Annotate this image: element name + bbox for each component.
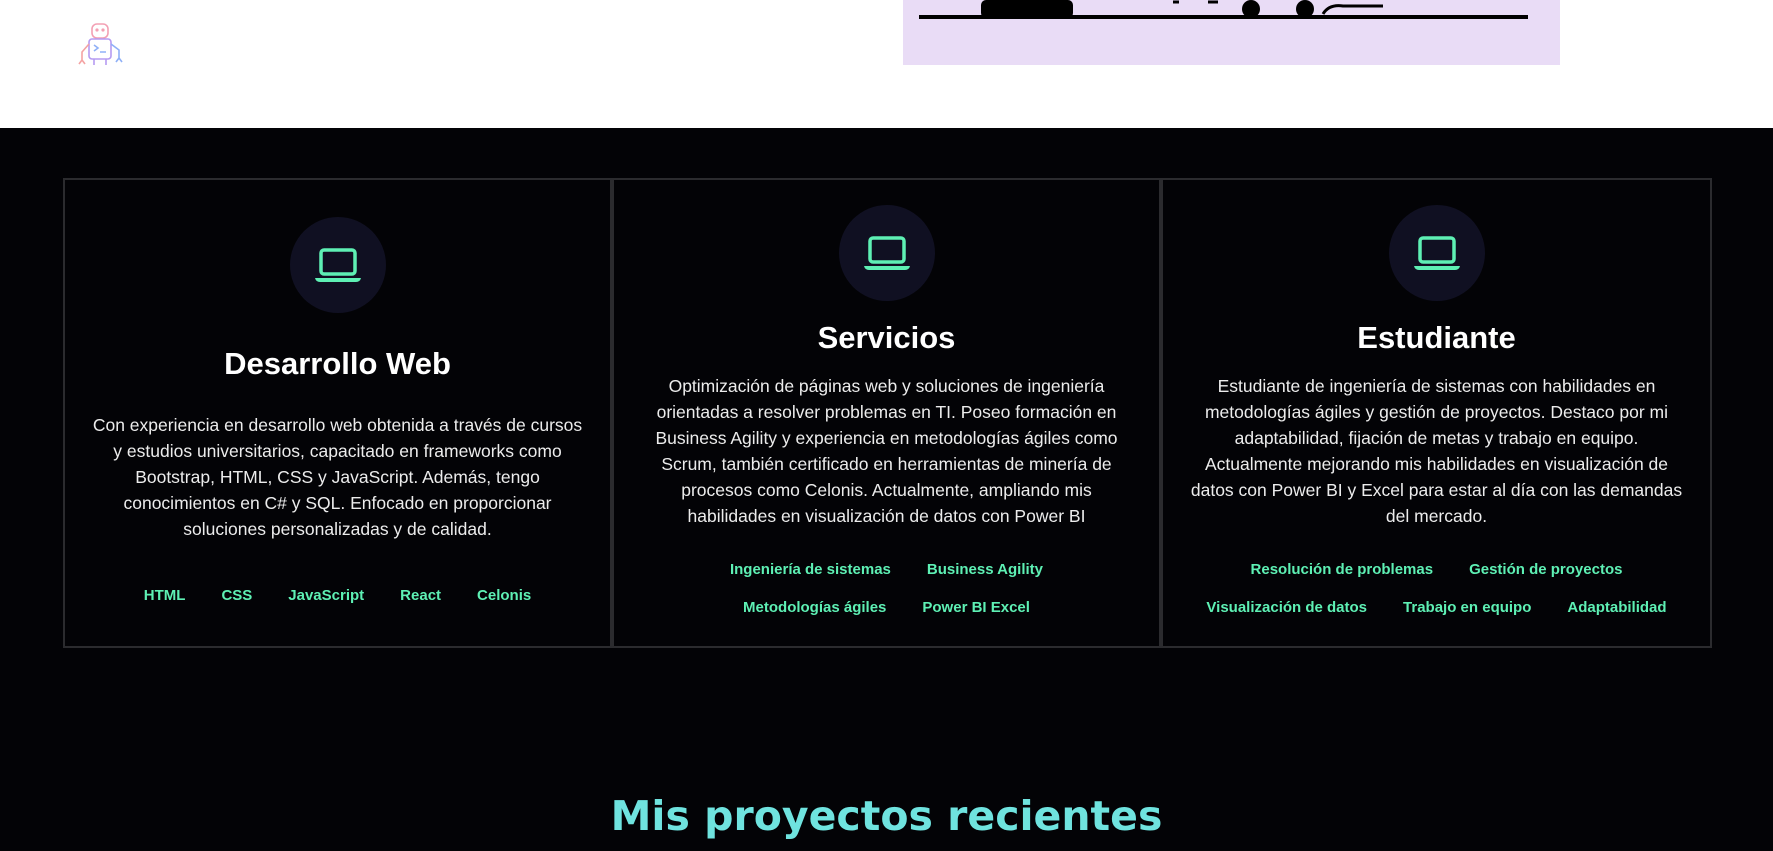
laptop-icon xyxy=(863,236,910,270)
laptop-icon-circle xyxy=(838,205,935,301)
tag-resolucion-de-problemas: Resolución de problemas xyxy=(1250,561,1434,578)
tag-gestion-de-proyectos: Gestión de proyectos xyxy=(1469,561,1623,578)
card-description: Estudiante de ingeniería de sistemas con… xyxy=(1190,376,1683,526)
card-description: Con experiencia en desarrollo web obteni… xyxy=(92,415,583,539)
card-title: Servicios xyxy=(817,320,956,355)
card-title: Desarrollo Web xyxy=(224,346,451,381)
card-tags: Resolución de problemas Gestión de proye… xyxy=(1183,551,1690,627)
robot-logo-icon[interactable] xyxy=(74,20,128,68)
tag-javascript: JavaScript xyxy=(288,587,365,604)
hero-section xyxy=(0,0,1773,128)
tag-celonis: Celonis xyxy=(477,587,532,604)
laptop-icon-circle xyxy=(1388,205,1485,301)
tag-ingenieria-de-sistemas: Ingeniería de sistemas xyxy=(729,561,891,578)
laptop-icon xyxy=(314,248,361,282)
tag-css: CSS xyxy=(221,587,253,604)
card-title: Estudiante xyxy=(1357,320,1516,355)
tag-trabajo-en-equipo: Trabajo en equipo xyxy=(1403,599,1532,616)
service-card-desarrollo-web: Desarrollo Web Con experiencia en desarr… xyxy=(63,178,612,648)
laptop-icon-circle xyxy=(289,217,386,313)
hero-illustration xyxy=(903,0,1560,65)
card-tags: Ingeniería de sistemas Business Agility … xyxy=(684,551,1089,627)
card-tags: HTML CSS JavaScript React Celonis xyxy=(79,577,596,615)
tag-adaptabilidad: Adaptabilidad xyxy=(1567,599,1667,616)
card-description: Optimización de páginas web y soluciones… xyxy=(655,376,1118,526)
tag-visualizacion-de-datos: Visualización de datos xyxy=(1206,599,1368,616)
laptop-icon xyxy=(1413,236,1460,270)
service-card-servicios: Servicios Optimización de páginas web y … xyxy=(612,178,1161,648)
tag-html: HTML xyxy=(143,587,186,604)
tag-react: React xyxy=(400,587,442,604)
projects-section-title: Mis proyectos recientes xyxy=(610,792,1163,840)
tag-business-agility: Business Agility xyxy=(926,561,1044,578)
tag-power-bi-excel: Power BI Excel xyxy=(922,599,1030,616)
service-card-estudiante: Estudiante Estudiante de ingeniería de s… xyxy=(1161,178,1712,648)
tag-metodologias-agiles: Metodologías ágiles xyxy=(743,599,887,616)
